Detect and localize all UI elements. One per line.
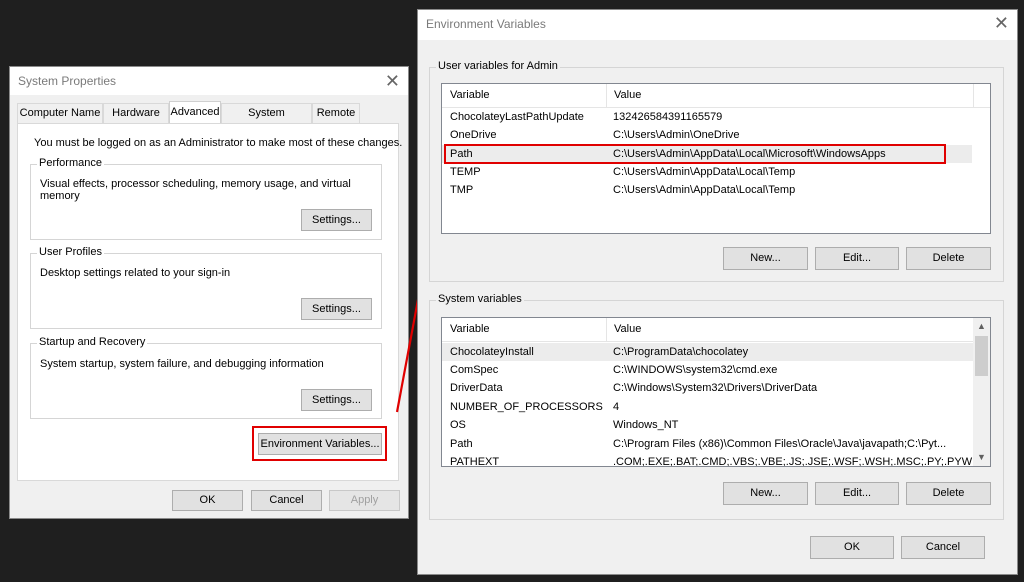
env-cancel-button[interactable]: Cancel: [901, 536, 985, 559]
system-new-button[interactable]: New...: [723, 482, 808, 505]
env-title-bar: Environment Variables ✕: [418, 10, 1017, 40]
user-new-button[interactable]: New...: [723, 247, 808, 270]
system-var-value: C:\WINDOWS\system32\cmd.exe: [613, 364, 778, 376]
system-var-name: ComSpec: [450, 364, 499, 376]
performance-legend: Performance: [37, 157, 104, 169]
startup-recovery-legend: Startup and Recovery: [37, 336, 148, 348]
user-var-value: 132426584391165579: [613, 111, 723, 123]
user-var-name: ChocolateyLastPathUpdate: [450, 111, 584, 123]
user-profiles-legend: User Profiles: [37, 246, 104, 258]
system-col-variable[interactable]: Variable: [450, 323, 490, 335]
performance-settings-button[interactable]: Settings...: [301, 209, 372, 231]
user-profiles-description: Desktop settings related to your sign-in: [40, 267, 231, 279]
system-var-row[interactable]: ComSpec C:\WINDOWS\system32\cmd.exe: [442, 361, 973, 379]
user-var-value: C:\Users\Admin\OneDrive: [613, 129, 740, 141]
user-var-name: TEMP: [450, 166, 481, 178]
system-var-row[interactable]: Path C:\Program Files (x86)\Common Files…: [442, 435, 973, 453]
user-col-value[interactable]: Value: [614, 89, 641, 101]
user-list-header: Variable Value: [442, 84, 990, 108]
user-var-row[interactable]: TEMP C:\Users\Admin\AppData\Local\Temp: [442, 163, 972, 181]
startup-recovery-settings-button[interactable]: Settings...: [301, 389, 372, 411]
user-delete-button[interactable]: Delete: [906, 247, 991, 270]
system-var-name: PATHEXT: [450, 456, 500, 467]
user-var-row[interactable]: OneDrive C:\Users\Admin\OneDrive: [442, 126, 972, 144]
environment-variables-highlight: [252, 426, 387, 461]
user-col-divider-2: [973, 84, 974, 107]
system-col-value[interactable]: Value: [614, 323, 641, 335]
user-var-row[interactable]: ChocolateyLastPathUpdate 132426584391165…: [442, 108, 972, 126]
system-delete-button[interactable]: Delete: [906, 482, 991, 505]
env-ok-button[interactable]: OK: [810, 536, 894, 559]
path-row-highlight: [444, 144, 946, 164]
user-var-row[interactable]: TMP C:\Users\Admin\AppData\Local\Temp: [442, 181, 972, 199]
env-dialog-title: Environment Variables: [426, 17, 546, 31]
tab-system-protection[interactable]: System Protection: [221, 103, 312, 137]
cancel-button[interactable]: Cancel: [251, 490, 322, 511]
system-var-name: DriverData: [450, 382, 503, 394]
system-var-row[interactable]: PATHEXT .COM;.EXE;.BAT;.CMD;.VBS;.VBE;.J…: [442, 453, 973, 467]
system-var-name: ChocolateyInstall: [450, 346, 534, 358]
tab-advanced[interactable]: Advanced: [169, 101, 221, 125]
user-var-name: OneDrive: [450, 129, 497, 141]
system-var-value: Windows_NT: [613, 419, 679, 431]
system-var-value: .COM;.EXE;.BAT;.CMD;.VBS;.VBE;.JS;.JSE;.…: [613, 456, 973, 467]
user-var-value: C:\Users\Admin\AppData\Local\Temp: [613, 166, 796, 178]
system-col-divider: [606, 318, 607, 341]
user-var-value: C:\Users\Admin\AppData\Local\Temp: [613, 184, 796, 196]
ok-button[interactable]: OK: [172, 490, 243, 511]
system-list-scrollbar[interactable]: ▲ ▼: [973, 318, 990, 466]
performance-description: Visual effects, processor scheduling, me…: [40, 178, 351, 202]
system-var-value: C:\ProgramData\chocolatey: [613, 346, 749, 358]
scroll-thumb[interactable]: [975, 336, 988, 376]
user-var-name: TMP: [450, 184, 474, 196]
user-edit-button[interactable]: Edit...: [815, 247, 899, 270]
user-profiles-settings-button[interactable]: Settings...: [301, 298, 372, 320]
close-icon[interactable]: ✕: [385, 71, 400, 91]
tab-hardware[interactable]: Hardware: [103, 103, 169, 123]
system-var-row[interactable]: DriverData C:\Windows\System32\Drivers\D…: [442, 379, 973, 397]
scroll-down-icon[interactable]: ▼: [977, 452, 986, 462]
scroll-up-icon[interactable]: ▲: [977, 321, 986, 331]
tab-remote[interactable]: Remote: [312, 103, 360, 123]
startup-recovery-description: System startup, system failure, and debu…: [40, 358, 324, 370]
system-var-row[interactable]: OS Windows_NT: [442, 416, 973, 434]
system-var-name: NUMBER_OF_PROCESSORS: [450, 401, 603, 413]
tab-computer-name[interactable]: Computer Name: [17, 103, 103, 123]
env-close-icon[interactable]: ✕: [994, 13, 1009, 33]
system-var-value: C:\Program Files (x86)\Common Files\Orac…: [613, 438, 947, 450]
system-var-row[interactable]: NUMBER_OF_PROCESSORS 4: [442, 398, 973, 416]
system-list-header: Variable Value: [442, 318, 990, 342]
system-variables-list[interactable]: Variable Value ChocolateyInstall C:\Prog…: [441, 317, 991, 467]
system-var-name: Path: [450, 438, 473, 450]
system-edit-button[interactable]: Edit...: [815, 482, 899, 505]
user-col-variable[interactable]: Variable: [450, 89, 490, 101]
user-variables-legend: User variables for Admin: [436, 60, 560, 72]
title-bar: System Properties ✕: [10, 67, 408, 95]
admin-note: You must be logged on as an Administrato…: [34, 137, 403, 149]
user-col-divider: [606, 84, 607, 107]
system-var-name: OS: [450, 419, 466, 431]
dialog-title: System Properties: [18, 74, 117, 88]
system-variables-legend: System variables: [436, 293, 524, 305]
system-var-row-selected[interactable]: ChocolateyInstall C:\ProgramData\chocola…: [442, 343, 973, 361]
system-var-value: 4: [613, 401, 620, 413]
apply-button[interactable]: Apply: [329, 490, 400, 511]
system-var-value: C:\Windows\System32\Drivers\DriverData: [613, 382, 818, 394]
